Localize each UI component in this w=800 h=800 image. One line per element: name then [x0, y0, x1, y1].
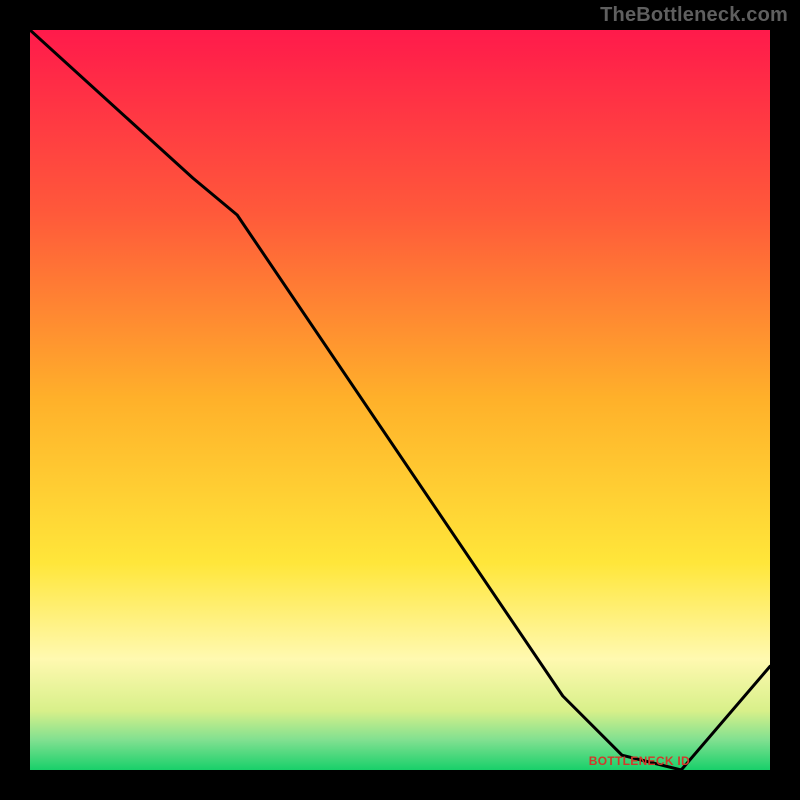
chart-frame: TheBottleneck.com BOTTLENECK ID — [0, 0, 800, 800]
plot-svg — [30, 30, 770, 770]
gradient-background — [30, 30, 770, 770]
plot-area: BOTTLENECK ID — [30, 30, 770, 770]
x-axis-inline-label: BOTTLENECK ID — [589, 754, 690, 768]
attribution-label: TheBottleneck.com — [600, 4, 788, 27]
